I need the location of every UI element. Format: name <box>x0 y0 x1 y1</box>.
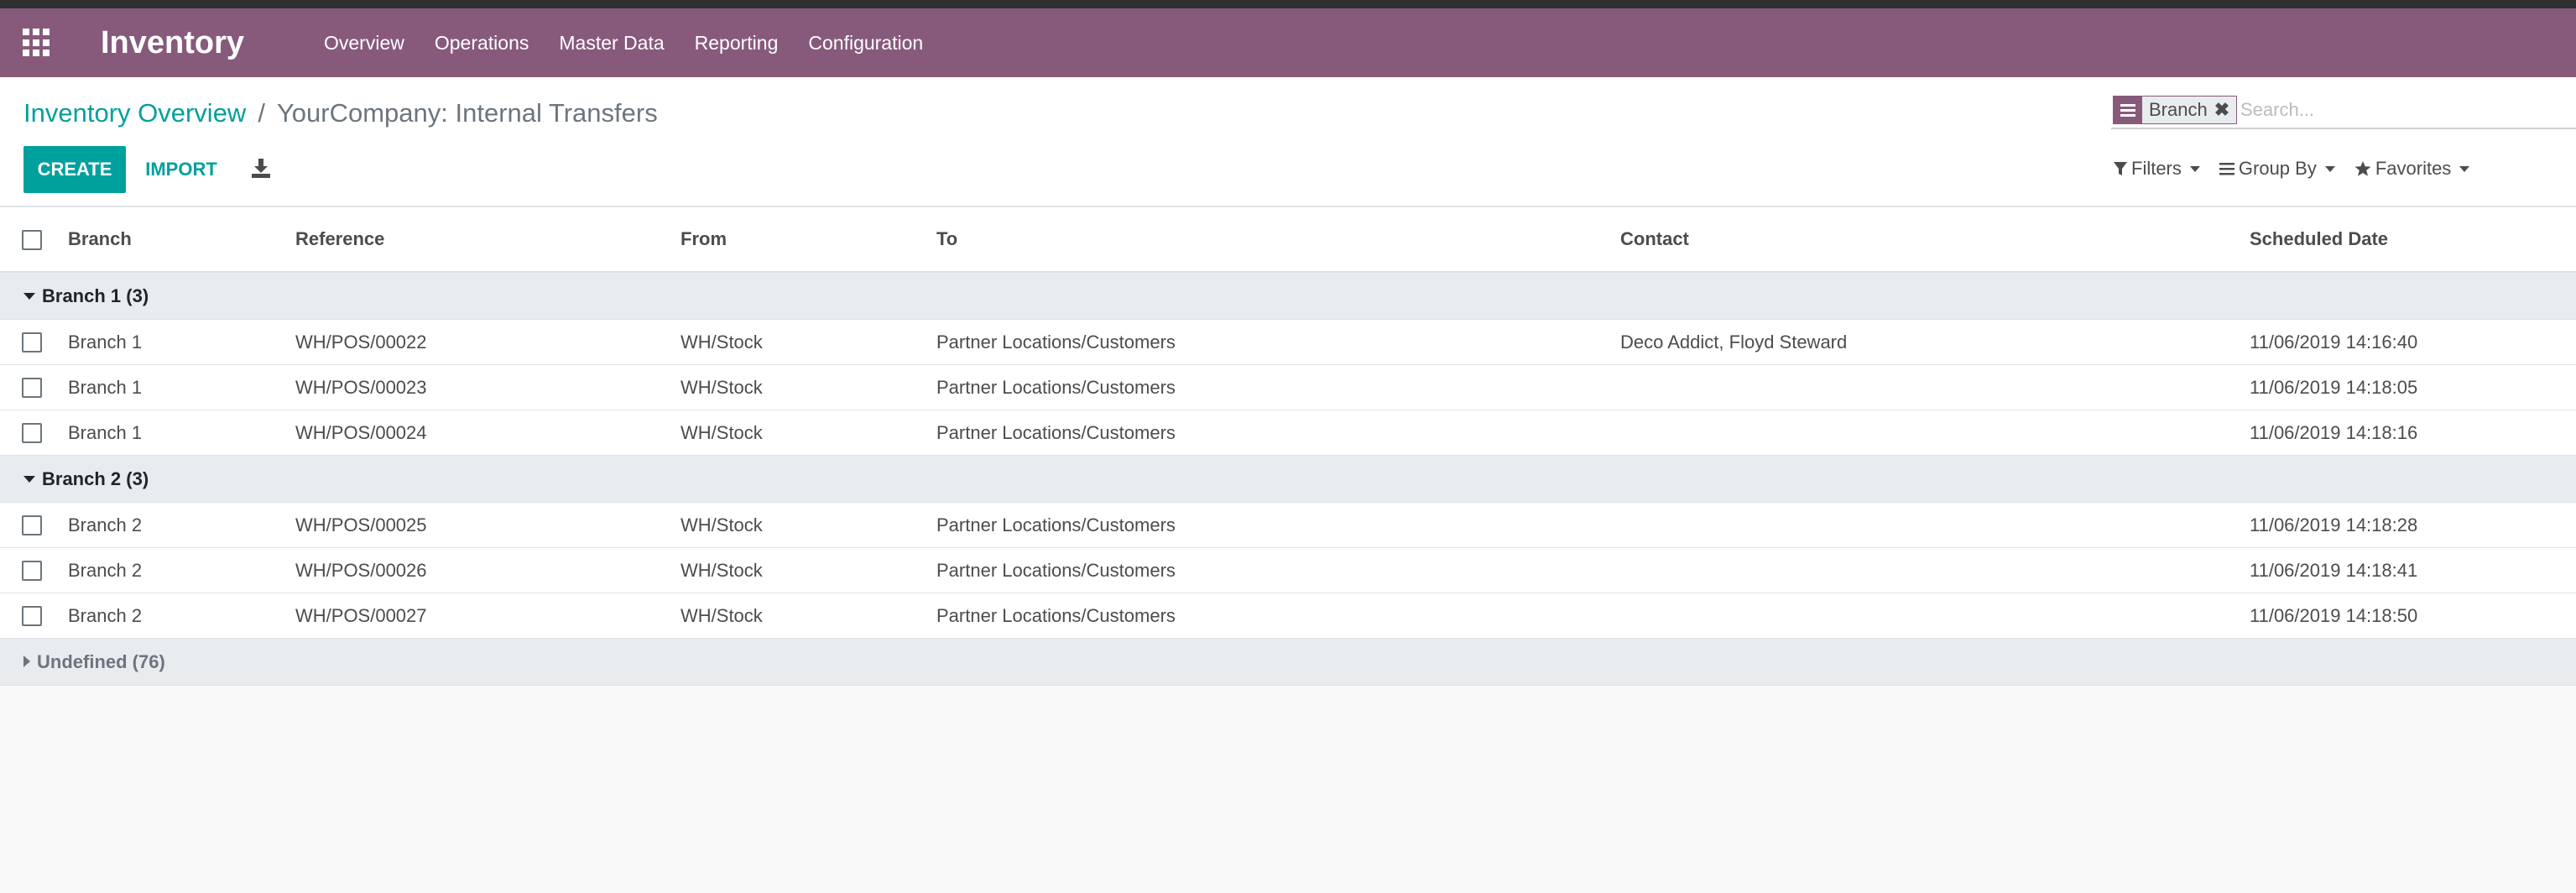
group-label: Undefined (76) <box>37 650 165 672</box>
column-header-to[interactable]: To <box>936 207 957 271</box>
table-row[interactable]: Branch 2 WH/POS/00027 WH/Stock Partner Loca… <box>0 593 2576 639</box>
row-checkbox[interactable] <box>22 332 42 352</box>
cell-scheduled-date: 11/06/2019 14:18:50 <box>2250 604 2418 626</box>
groupby-dropdown[interactable]: Group By <box>2219 154 2335 183</box>
favorites-label: Favorites <box>2375 158 2452 179</box>
cell-from: WH/Stock <box>681 559 763 581</box>
column-header-branch[interactable]: Branch <box>68 207 132 271</box>
create-button[interactable]: CREATE <box>23 146 126 193</box>
cell-scheduled-date: 11/06/2019 14:18:16 <box>2250 421 2418 443</box>
search-options: Filters Group By Favorites <box>2113 154 2488 183</box>
cell-from: WH/Stock <box>681 421 763 443</box>
row-checkbox[interactable] <box>22 378 42 398</box>
groupby-label: Group By <box>2238 158 2317 179</box>
breadcrumb-separator: / <box>258 98 265 128</box>
cell-branch: Branch 1 <box>68 421 143 443</box>
cell-scheduled-date: 11/06/2019 14:18:05 <box>2250 376 2418 398</box>
search-facet-branch: Branch ✖ <box>2113 96 2238 124</box>
chevron-down-icon <box>2459 165 2470 172</box>
cell-contact: Deco Addict, Floyd Steward <box>1620 331 1848 352</box>
list-icon <box>2219 163 2234 175</box>
facet-label: Branch <box>2149 99 2208 120</box>
cell-to: Partner Locations/Customers <box>936 421 1176 443</box>
cell-branch: Branch 1 <box>68 376 143 398</box>
group-row[interactable]: Branch 1 (3) <box>0 273 2576 320</box>
control-panel: Inventory Overview / YourCompany: Internal… <box>0 77 2576 207</box>
table-row[interactable]: Branch 2 WH/POS/00026 WH/Stock Partner Loca… <box>0 548 2576 593</box>
table-row[interactable]: Branch 2 WH/POS/00025 WH/Stock Partner Loca… <box>0 503 2576 548</box>
filter-icon <box>2114 162 2127 175</box>
breadcrumb-parent[interactable]: Inventory Overview <box>23 98 246 128</box>
column-header-scheduled-date[interactable]: Scheduled Date <box>2250 207 2388 271</box>
main-menu: Overview Operations Master Data Reportin… <box>324 27 953 59</box>
star-icon <box>2354 161 2371 176</box>
cell-reference: WH/POS/00025 <box>295 514 427 535</box>
breadcrumb-current: YourCompany: Internal Transfers <box>276 98 658 128</box>
app-name[interactable]: Inventory <box>101 23 244 63</box>
menu-overview[interactable]: Overview <box>324 27 404 59</box>
group-row-undefined[interactable]: Undefined (76) <box>0 639 2576 686</box>
table-body: Branch 1 (3) Branch 1 WH/POS/00022 WH/Stock… <box>0 273 2576 639</box>
row-checkbox[interactable] <box>22 515 42 535</box>
cell-branch: Branch 2 <box>68 559 143 581</box>
apps-grid-icon[interactable] <box>23 29 51 57</box>
row-checkbox[interactable] <box>22 423 42 443</box>
top-navbar: Inventory Overview Operations Master Dat… <box>0 8 2576 77</box>
chevron-down-icon <box>2324 165 2335 172</box>
cell-reference: WH/POS/00024 <box>295 421 427 443</box>
cell-scheduled-date: 11/06/2019 14:16:40 <box>2250 331 2418 352</box>
select-all-checkbox[interactable] <box>22 230 42 250</box>
menu-operations[interactable]: Operations <box>435 27 529 59</box>
cell-reference: WH/POS/00022 <box>295 331 427 352</box>
chevron-down-icon <box>2189 165 2200 172</box>
breadcrumb: Inventory Overview / YourCompany: Internal… <box>23 96 658 131</box>
cell-from: WH/Stock <box>681 376 763 398</box>
menu-reporting[interactable]: Reporting <box>695 27 779 59</box>
list-view: Branch Reference From To Contact Schedul… <box>0 207 2576 686</box>
download-icon[interactable] <box>248 156 274 181</box>
cell-scheduled-date: 11/06/2019 14:18:28 <box>2250 514 2418 535</box>
cell-from: WH/Stock <box>681 331 763 352</box>
cell-branch: Branch 2 <box>68 514 143 535</box>
column-header-from[interactable]: From <box>681 207 727 271</box>
chevron-down-icon <box>23 293 35 300</box>
search-bar: Branch ✖ <box>2111 92 2576 129</box>
filters-dropdown[interactable]: Filters <box>2113 154 2200 183</box>
cell-to: Partner Locations/Customers <box>936 331 1176 352</box>
filters-label: Filters <box>2131 158 2182 179</box>
chevron-right-icon <box>23 655 30 667</box>
group-label: Branch 1 (3) <box>42 285 149 306</box>
menu-configuration[interactable]: Configuration <box>808 27 923 59</box>
import-button[interactable]: IMPORT <box>133 146 230 193</box>
cell-scheduled-date: 11/06/2019 14:18:41 <box>2250 559 2418 581</box>
search-input[interactable] <box>2240 96 2568 124</box>
row-checkbox[interactable] <box>22 561 42 581</box>
table-row[interactable]: Branch 1 WH/POS/00023 WH/Stock Partner Loca… <box>0 365 2576 410</box>
cell-from: WH/Stock <box>681 514 763 535</box>
column-header-reference[interactable]: Reference <box>295 207 384 271</box>
cell-to: Partner Locations/Customers <box>936 604 1176 626</box>
cell-to: Partner Locations/Customers <box>936 376 1176 398</box>
cell-reference: WH/POS/00026 <box>295 559 427 581</box>
cell-branch: Branch 1 <box>68 331 143 352</box>
table-row[interactable]: Branch 1 WH/POS/00022 WH/Stock Partner Loca… <box>0 320 2576 365</box>
group-label: Branch 2 (3) <box>42 467 149 489</box>
cell-from: WH/Stock <box>681 604 763 626</box>
window-top-edge <box>0 0 2576 8</box>
cell-branch: Branch 2 <box>68 604 143 626</box>
close-icon[interactable]: ✖ <box>2214 99 2236 121</box>
cell-reference: WH/POS/00023 <box>295 376 427 398</box>
table-header: Branch Reference From To Contact Schedul… <box>0 207 2576 273</box>
cell-to: Partner Locations/Customers <box>936 559 1176 581</box>
table-row[interactable]: Branch 1 WH/POS/00024 WH/Stock Partner Loca… <box>0 410 2576 456</box>
favorites-dropdown[interactable]: Favorites <box>2354 154 2470 183</box>
menu-master-data[interactable]: Master Data <box>559 27 664 59</box>
cell-to: Partner Locations/Customers <box>936 514 1176 535</box>
chevron-down-icon <box>23 476 35 483</box>
row-checkbox[interactable] <box>22 606 42 626</box>
group-by-facet-icon <box>2114 96 2142 124</box>
group-row[interactable]: Branch 2 (3) <box>0 456 2576 503</box>
cell-reference: WH/POS/00027 <box>295 604 427 626</box>
column-header-contact[interactable]: Contact <box>1620 207 1689 271</box>
